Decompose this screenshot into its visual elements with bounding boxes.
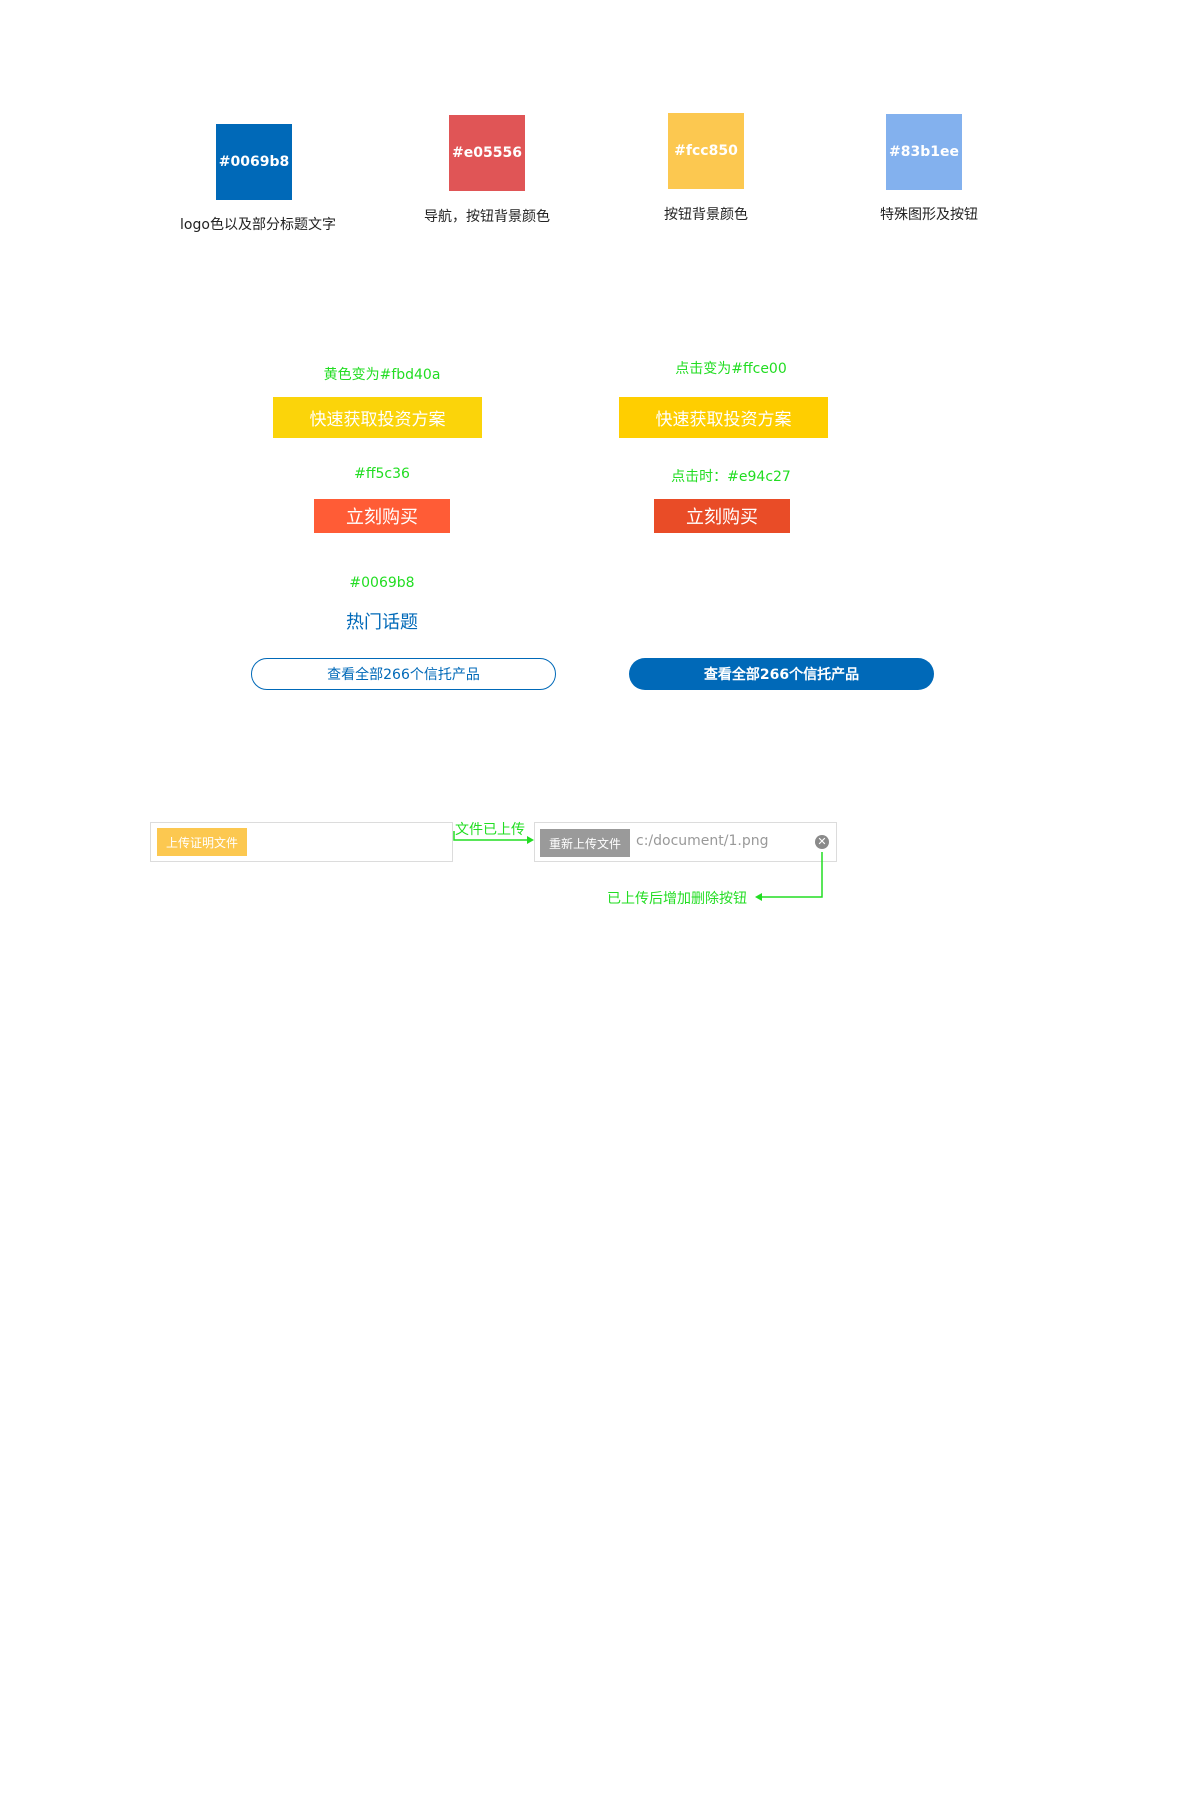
- view-all-products-button[interactable]: 查看全部266个信托产品: [251, 658, 556, 690]
- view-all-products-button-filled[interactable]: 查看全部266个信托产品: [629, 658, 934, 690]
- swatch-caption: logo色以及部分标题文字: [180, 217, 336, 233]
- swatch-hex-label: #0069b8: [218, 154, 290, 170]
- delete-button-note: 已上传后增加删除按钮: [607, 891, 747, 907]
- hot-topic-note: #0069b8: [349, 575, 415, 591]
- buy-now-button-active[interactable]: 立刻购买: [654, 499, 790, 533]
- reupload-button[interactable]: 重新上传文件: [540, 829, 630, 857]
- swatch-blue: #0069b8: [216, 124, 292, 200]
- buy-now-button[interactable]: 立刻购买: [314, 499, 450, 533]
- invest-plan-button[interactable]: 快速获取投资方案: [273, 397, 482, 438]
- invest-plan-button-active[interactable]: 快速获取投资方案: [619, 397, 828, 438]
- swatch-caption: 导航，按钮背景颜色: [424, 209, 550, 225]
- arrow-left-icon: [755, 852, 823, 901]
- yellow-active-note: 点击变为#ffce00: [675, 361, 787, 377]
- file-path-text: c:/document/1.png: [636, 833, 769, 849]
- swatch-hex-label: #fcc850: [674, 143, 738, 159]
- arrow-right-icon: [453, 831, 534, 844]
- swatch-yellow: #fcc850: [668, 113, 744, 189]
- swatch-red: #e05556: [449, 115, 525, 191]
- yellow-normal-note: 黄色变为#fbd40a: [323, 367, 441, 383]
- swatch-hex-label: #e05556: [452, 145, 522, 161]
- red-normal-note: #ff5c36: [354, 466, 410, 482]
- swatch-light-blue: #83b1ee: [886, 114, 962, 190]
- swatch-caption: 特殊图形及按钮: [880, 207, 978, 223]
- swatch-hex-label: #83b1ee: [889, 144, 959, 160]
- swatch-caption: 按钮背景颜色: [664, 207, 748, 223]
- close-circle-icon[interactable]: ✕: [815, 835, 829, 849]
- red-active-note: 点击时：#e94c27: [671, 469, 791, 485]
- upload-proof-button[interactable]: 上传证明文件: [157, 828, 247, 856]
- hot-topic-link[interactable]: 热门话题: [346, 608, 418, 634]
- upload-field-empty: 上传证明文件: [150, 822, 453, 862]
